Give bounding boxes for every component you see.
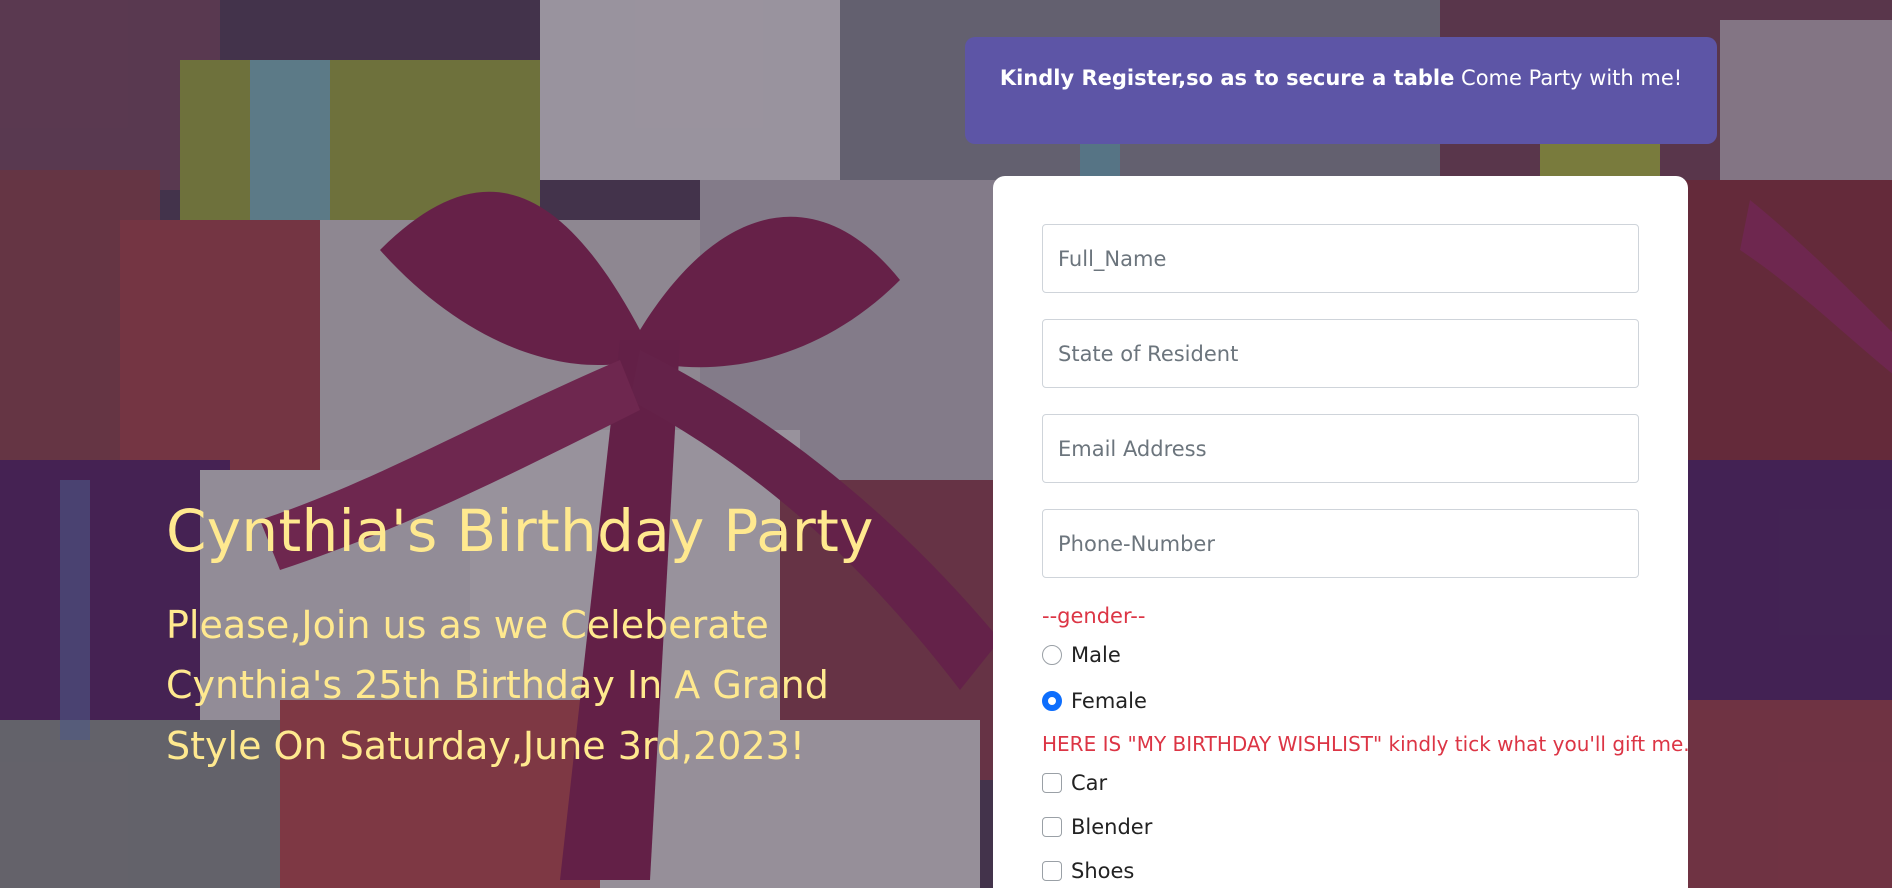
blender-label: Blender (1071, 815, 1153, 839)
gender-option-female[interactable]: Female (1042, 686, 1639, 716)
wishlist-item-shoes[interactable]: Shoes (1042, 856, 1639, 886)
banner-bold-text: Kindly Register,so as to secure a table (999, 66, 1455, 90)
blender-checkbox[interactable] (1042, 817, 1062, 837)
female-label: Female (1071, 689, 1147, 713)
banner-text: Come Party with me! (1454, 66, 1683, 90)
hero-section: Cynthia's Birthday Party Please,Join us … (166, 498, 906, 777)
gender-option-male[interactable]: Male (1042, 640, 1639, 670)
page-title: Cynthia's Birthday Party (166, 497, 874, 565)
male-label: Male (1071, 643, 1121, 667)
invitation-message: Please,Join us as we Celeberate Cynthia'… (166, 602, 829, 769)
email-input[interactable] (1042, 414, 1639, 483)
car-label: Car (1071, 771, 1108, 795)
phone-number-input[interactable] (1042, 509, 1639, 578)
registration-form: --gender-- Male Female HERE IS "MY BIRTH… (993, 176, 1690, 888)
page: Kindly Register,so as to secure a table … (0, 0, 1892, 888)
male-radio[interactable] (1042, 645, 1062, 665)
wishlist-item-car[interactable]: Car (1042, 768, 1639, 798)
full-name-input[interactable] (1042, 224, 1639, 293)
state-of-residence-input[interactable] (1042, 319, 1639, 388)
shoes-label: Shoes (1071, 859, 1135, 883)
car-checkbox[interactable] (1042, 773, 1062, 793)
shoes-checkbox[interactable] (1042, 861, 1062, 881)
registration-banner: Kindly Register,so as to secure a table … (965, 37, 1717, 144)
wishlist-label: HERE IS "MY BIRTHDAY WISHLIST" kindly ti… (1042, 732, 1690, 756)
female-radio[interactable] (1042, 691, 1062, 711)
wishlist-item-blender[interactable]: Blender (1042, 812, 1639, 842)
gender-label: --gender-- (1042, 604, 1146, 628)
